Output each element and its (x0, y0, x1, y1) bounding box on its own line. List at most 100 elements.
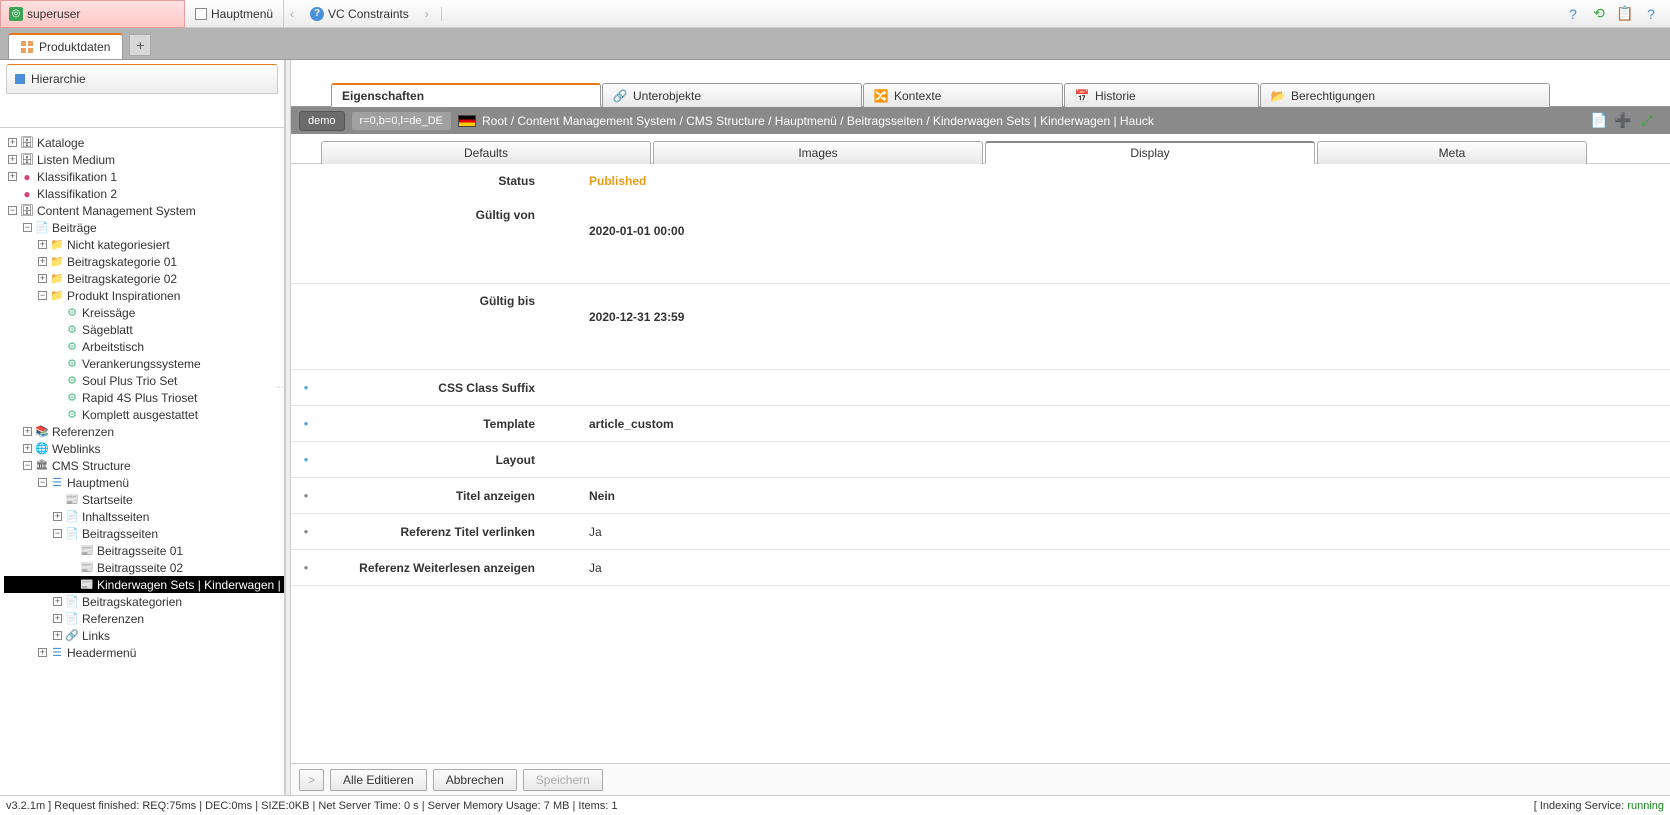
main-tab-bar: Produktdaten + (0, 28, 1670, 60)
expand-icon[interactable]: ⤢ (1638, 112, 1656, 130)
hierarchy-panel-header[interactable]: Hierarchie (6, 64, 278, 94)
bullet-icon (297, 523, 315, 541)
save-button[interactable]: Speichern (523, 769, 603, 791)
next-button[interactable]: > (299, 769, 324, 791)
tab-kontexte[interactable]: 🔀Kontexte (863, 83, 1063, 107)
tree-node-rapid[interactable]: Rapid 4S Plus Trioset (4, 389, 284, 406)
value-status[interactable]: Published (547, 174, 646, 188)
tree-node-klass2[interactable]: Klassifikation 2 (4, 185, 284, 202)
bullet-icon (297, 379, 315, 397)
tree-node-beitragskat[interactable]: +Beitragskategorien (4, 593, 284, 610)
value-template[interactable]: article_custom (547, 417, 674, 431)
value-ref-titel[interactable]: Ja (547, 525, 602, 539)
label-valid-to: Gültig bis (321, 294, 547, 308)
tab-historie[interactable]: 📅Historie (1064, 83, 1259, 107)
hierarchy-icon: 🔗 (613, 89, 627, 103)
value-ref-weiter[interactable]: Ja (547, 561, 602, 575)
tree-node-kataloge[interactable]: +Kataloge (4, 134, 284, 151)
tree-node-links[interactable]: +Links (4, 627, 284, 644)
subtab-display[interactable]: Display (985, 141, 1315, 164)
tree-node-bseite02[interactable]: Beitragsseite 02 (4, 559, 284, 576)
detail-tabs: Eigenschaften 🔗Unterobjekte 🔀Kontexte 📅H… (291, 82, 1670, 107)
value-valid-to[interactable]: 2020-12-31 23:59 (547, 294, 684, 324)
tree-node-kinderwagen[interactable]: Kinderwagen Sets | Kinderwagen | ... (4, 576, 284, 593)
label-css-suffix: CSS Class Suffix (321, 381, 547, 395)
tree-node-cmsstruct[interactable]: −CMS Structure (4, 457, 284, 474)
label-template: Template (321, 417, 547, 431)
tab-produktdaten[interactable]: Produktdaten (8, 33, 123, 59)
row-status: Status Published (291, 164, 1670, 198)
tree-node-arbeitstisch[interactable]: Arbeitstisch (4, 338, 284, 355)
tree-node-referenzen[interactable]: +Referenzen (4, 423, 284, 440)
top-tab-hauptmenu[interactable]: Hauptmenü (185, 0, 284, 28)
tree-node-beitraege[interactable]: −Beiträge (4, 219, 284, 236)
add-icon[interactable]: ➕ (1614, 112, 1632, 130)
tree-node-verankerung[interactable]: Verankerungssysteme (4, 355, 284, 372)
tree-node-klass1[interactable]: +Klassifikation 1 (4, 168, 284, 185)
tab-berechtigungen[interactable]: 📂Berechtigungen (1260, 83, 1550, 107)
sub-tabs: Defaults Images Display Meta (291, 140, 1670, 164)
subtab-images[interactable]: Images (653, 141, 983, 164)
nav-arrows-right[interactable]: › (419, 7, 442, 21)
panel-resizer[interactable]: ⋮ (276, 383, 284, 433)
bullet-icon (297, 559, 315, 577)
add-tab-button[interactable]: + (129, 34, 151, 56)
help-icon[interactable]: ? (1564, 5, 1582, 23)
bullet-icon (297, 451, 315, 469)
tree-node-komplett[interactable]: Komplett ausgestattet (4, 406, 284, 423)
tree-node-startseite[interactable]: Startseite (4, 491, 284, 508)
tree: +Kataloge +Listen Medium +Klassifikation… (0, 134, 284, 795)
tree-node-prodinsp[interactable]: −Produkt Inspirationen (4, 287, 284, 304)
user-status-icon (9, 7, 23, 21)
row-valid-to: Gültig bis 2020-12-31 23:59 (291, 284, 1670, 370)
tree-node-listen[interactable]: +Listen Medium (4, 151, 284, 168)
subtab-meta[interactable]: Meta (1317, 141, 1587, 164)
grid-icon (21, 41, 33, 53)
tree-node-weblinks[interactable]: +Weblinks (4, 440, 284, 457)
tab-label: Produktdaten (39, 40, 110, 54)
top-tab-label: VC Constraints (328, 7, 409, 21)
tree-node-referenzen2[interactable]: +Referenzen (4, 610, 284, 627)
window-icon (195, 8, 207, 20)
row-layout: Layout (291, 442, 1670, 478)
tab-eigenschaften[interactable]: Eigenschaften (331, 83, 601, 107)
user-badge[interactable]: superuser (0, 0, 185, 28)
context-icon: 🔀 (874, 89, 888, 103)
right-panel: Eigenschaften 🔗Unterobjekte 🔀Kontexte 📅H… (291, 60, 1670, 795)
tree-node-bkat02[interactable]: +Beitragskategorie 02 (4, 270, 284, 287)
status-left: v3.2.1m ] Request finished: REQ:75ms | D… (6, 800, 618, 812)
top-tab-vc-constraints[interactable]: ? VC Constraints (300, 0, 419, 28)
tree-node-saegeblatt[interactable]: Sägeblatt (4, 321, 284, 338)
tree-node-inhaltsseiten[interactable]: +Inhaltsseiten (4, 508, 284, 525)
tree-node-cms[interactable]: −Content Management System (4, 202, 284, 219)
tree-node-headermenu[interactable]: +Headermenü (4, 644, 284, 661)
status-bar: v3.2.1m ] Request finished: REQ:75ms | D… (0, 795, 1670, 815)
chip-revision[interactable]: r=0,b=0,l=de_DE (351, 111, 452, 131)
tree-node-kreissaege[interactable]: Kreissäge (4, 304, 284, 321)
edit-all-button[interactable]: Alle Editieren (330, 769, 427, 791)
copy-icon[interactable]: 📄 (1590, 112, 1608, 130)
value-valid-from[interactable]: 2020-01-01 00:00 (547, 208, 684, 238)
breadcrumb-bar: demo r=0,b=0,l=de_DE Root / Content Mana… (291, 107, 1670, 134)
nav-arrows[interactable]: ‹ (284, 7, 300, 21)
chip-demo[interactable]: demo (299, 111, 345, 131)
tree-node-bseite01[interactable]: Beitragsseite 01 (4, 542, 284, 559)
row-css-suffix: CSS Class Suffix (291, 370, 1670, 406)
tree-node-soul[interactable]: Soul Plus Trio Set (4, 372, 284, 389)
label-ref-titel: Referenz Titel verlinken (321, 525, 547, 539)
tree-node-beitragsseiten[interactable]: −Beitragsseiten (4, 525, 284, 542)
tree-node-hauptmenu[interactable]: −Hauptmenü (4, 474, 284, 491)
cancel-button[interactable]: Abbrechen (433, 769, 517, 791)
clipboard-icon[interactable]: 📋 (1616, 5, 1634, 23)
info-icon[interactable]: ? (1642, 5, 1660, 23)
label-layout: Layout (321, 453, 547, 467)
tree-node-nicht[interactable]: +Nicht kategoriesiert (4, 236, 284, 253)
username: superuser (27, 7, 80, 21)
tab-unterobjekte[interactable]: 🔗Unterobjekte (602, 83, 862, 107)
top-toolbar-icons: ? ⟲ 📋 ? (1554, 5, 1670, 23)
subtab-defaults[interactable]: Defaults (321, 141, 651, 164)
tree-node-bkat01[interactable]: +Beitragskategorie 01 (4, 253, 284, 270)
row-ref-titel: Referenz Titel verlinken Ja (291, 514, 1670, 550)
value-titel[interactable]: Nein (547, 489, 615, 503)
refresh-icon[interactable]: ⟲ (1590, 5, 1608, 23)
